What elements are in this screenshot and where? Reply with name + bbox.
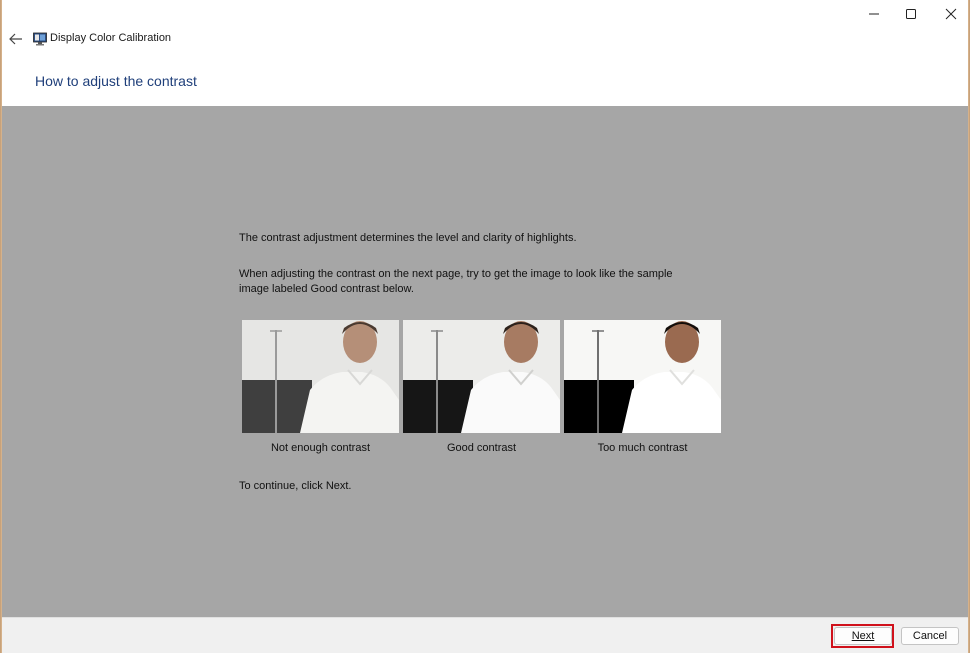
- instruction-line-1: When adjusting the contrast on the next …: [239, 268, 673, 280]
- footer-button-bar: Next Cancel: [2, 617, 968, 653]
- content-area: The contrast adjustment determines the l…: [2, 106, 968, 617]
- app-title: Display Color Calibration: [50, 32, 172, 44]
- back-arrow-icon: [9, 33, 22, 45]
- maximize-icon: [906, 9, 916, 19]
- caption-good-contrast: Good contrast: [446, 442, 517, 454]
- next-button[interactable]: Next: [834, 627, 892, 645]
- caption-not-enough-contrast: Not enough contrast: [270, 442, 371, 454]
- cancel-button[interactable]: Cancel: [901, 627, 959, 645]
- page-title: How to adjust the contrast: [35, 73, 197, 89]
- minimize-icon: [869, 13, 879, 15]
- sample-image-good-contrast: [403, 320, 560, 433]
- header: Display Color Calibration How to adjust …: [2, 24, 968, 106]
- calibration-window: Display Color Calibration How to adjust …: [1, 0, 969, 653]
- sample-image-not-enough-contrast: [242, 320, 399, 433]
- caption-too-much-contrast: Too much contrast: [597, 442, 688, 454]
- sample-image-too-much-contrast: [564, 320, 721, 433]
- back-button[interactable]: [6, 30, 26, 48]
- display-calibration-app-icon: [33, 32, 47, 46]
- intro-text: The contrast adjustment determines the l…: [239, 232, 577, 244]
- close-icon: [945, 8, 957, 20]
- instruction-line-2: image labeled Good contrast below.: [239, 283, 414, 295]
- next-button-label: Next: [851, 630, 875, 642]
- continue-text: To continue, click Next.: [239, 480, 352, 492]
